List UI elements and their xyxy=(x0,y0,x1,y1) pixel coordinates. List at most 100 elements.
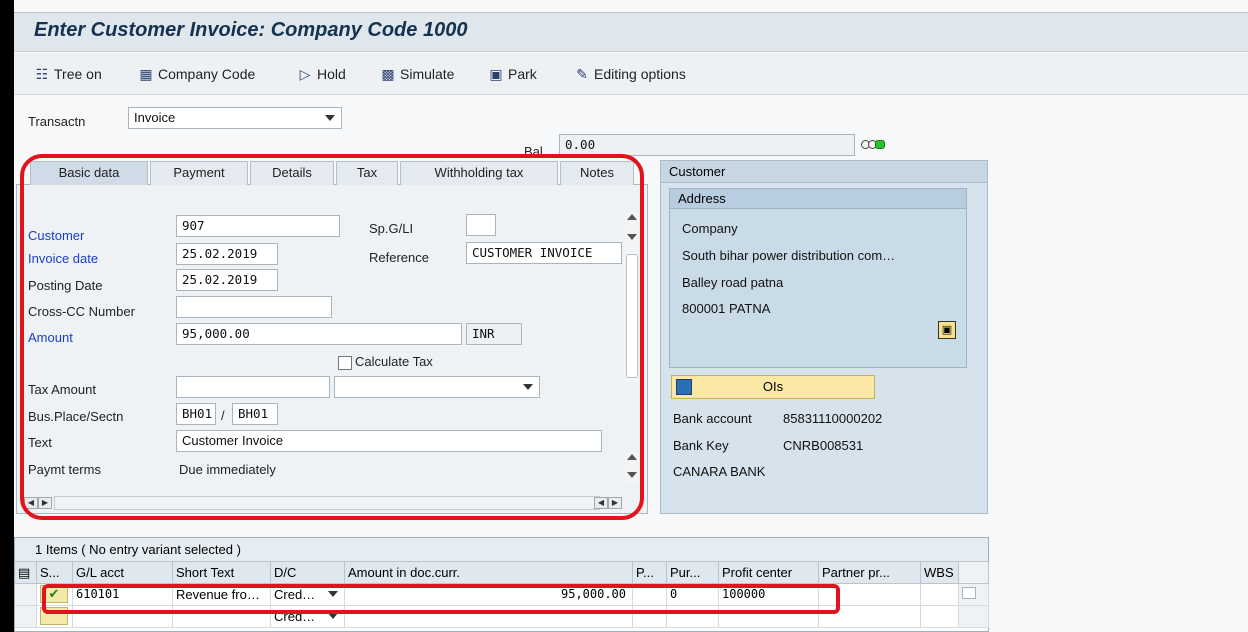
tab-details[interactable]: Details xyxy=(250,161,334,185)
transaction-label: Transactn xyxy=(28,114,86,129)
gl-acct-cell[interactable]: 610101 xyxy=(73,584,173,606)
col-header-status[interactable]: S... xyxy=(37,562,73,584)
scroll-right-icon[interactable]: ▶ xyxy=(38,497,52,509)
amount-label: Amount xyxy=(28,330,73,345)
tab-basic-data[interactable]: Basic data xyxy=(30,161,148,185)
tax-amount-input[interactable] xyxy=(176,376,330,398)
editing-options-label: Editing options xyxy=(594,66,686,82)
scroll-up-icon xyxy=(627,214,637,220)
posting-date-input[interactable]: 25.02.2019 xyxy=(176,269,278,291)
customer-input[interactable]: 907 xyxy=(176,215,340,237)
tree-icon: ☷ xyxy=(35,66,49,82)
reference-input[interactable]: CUSTOMER INVOICE xyxy=(466,242,622,264)
horizontal-scrollbar[interactable] xyxy=(54,496,600,510)
gl-acct-cell[interactable] xyxy=(73,606,173,628)
balance-label: Bal. xyxy=(524,144,547,159)
amount-cell[interactable] xyxy=(345,606,633,628)
currency-field[interactable]: INR xyxy=(466,323,522,345)
profit-center-cell[interactable]: 100000 xyxy=(719,584,819,606)
dc-select[interactable]: Cred… xyxy=(271,584,345,606)
editing-options-button[interactable]: ✎ Editing options xyxy=(574,63,686,85)
tax-amount-label: Tax Amount xyxy=(28,382,96,397)
bank-account-label: Bank account xyxy=(673,411,752,426)
scroll-left-icon-2[interactable]: ◀ xyxy=(594,497,608,509)
col-header-amount[interactable]: Amount in doc.curr. xyxy=(345,562,633,584)
simulate-button[interactable]: ▩ Simulate xyxy=(380,63,454,85)
partner-cell[interactable] xyxy=(819,606,921,628)
crosscc-input[interactable] xyxy=(176,296,332,318)
park-save-icon: ▣ xyxy=(489,66,503,82)
wbs-cell[interactable] xyxy=(921,606,959,628)
grid-scroll-area xyxy=(959,606,989,628)
tab-withholding-tax[interactable]: Withholding tax xyxy=(400,161,558,185)
text-vertical-scrollbar[interactable] xyxy=(624,452,640,482)
amount-cell[interactable]: 95,000.00 xyxy=(345,584,633,606)
grid-scroll-up-icon[interactable] xyxy=(962,587,976,599)
p-cell[interactable] xyxy=(633,584,667,606)
open-items-button[interactable]: OIs xyxy=(671,375,875,399)
hold-button[interactable]: ▷ Hold xyxy=(297,63,346,85)
address-line: Balley road patna xyxy=(682,275,784,290)
dc-value: Cred… xyxy=(274,587,316,602)
pur-cell[interactable] xyxy=(667,606,719,628)
tree-on-label: Tree on xyxy=(54,66,102,82)
text-input[interactable]: Customer Invoice xyxy=(176,430,602,452)
title-bar: Enter Customer Invoice: Company Code 100… xyxy=(14,12,1248,52)
col-header-dc[interactable]: D/C xyxy=(271,562,345,584)
profit-center-cell[interactable] xyxy=(719,606,819,628)
items-title: 1 Items ( No entry variant selected ) xyxy=(15,538,988,562)
col-header-gl-acct[interactable]: G/L acct xyxy=(73,562,173,584)
page-title: Enter Customer Invoice: Company Code 100… xyxy=(34,19,468,41)
status-icon xyxy=(40,607,68,625)
col-header-short-text[interactable]: Short Text xyxy=(173,562,271,584)
scroll-left-icon[interactable]: ◀ xyxy=(24,497,38,509)
p-cell[interactable] xyxy=(633,606,667,628)
short-text-cell[interactable] xyxy=(173,606,271,628)
tab-notes[interactable]: Notes xyxy=(560,161,634,185)
table-row[interactable]: ✔ xyxy=(37,584,73,606)
address-box: Address Company South bihar power distri… xyxy=(669,188,967,368)
crosscc-label: Cross-CC Number xyxy=(28,304,135,319)
panel-vertical-scrollbar[interactable] xyxy=(624,212,640,382)
wbs-cell[interactable] xyxy=(921,584,959,606)
spgl-label: Sp.G/LI xyxy=(369,221,414,236)
section-code-input[interactable]: BH01 xyxy=(232,403,278,425)
park-button[interactable]: ▣ Park xyxy=(488,63,536,85)
col-header-profit-center[interactable]: Profit center xyxy=(719,562,819,584)
pur-cell[interactable]: 0 xyxy=(667,584,719,606)
line-items-grid: 1 Items ( No entry variant selected ) ▤ … xyxy=(14,537,989,632)
short-text-cell[interactable]: Revenue fro… xyxy=(173,584,271,606)
open-items-label: OIs xyxy=(762,379,784,394)
tab-tax[interactable]: Tax xyxy=(336,161,398,185)
address-title: Address xyxy=(670,189,966,209)
bank-key-value: CNRB008531 xyxy=(783,438,864,453)
table-row[interactable] xyxy=(37,606,73,628)
text-label: Text xyxy=(28,435,52,450)
col-header-p[interactable]: P... xyxy=(633,562,667,584)
sap-window: Enter Customer Invoice: Company Code 100… xyxy=(14,0,1248,632)
bank-account-value: 85831110000202 xyxy=(783,411,883,426)
row-selector[interactable] xyxy=(15,584,37,606)
col-header-partner[interactable]: Partner pr... xyxy=(819,562,921,584)
col-header-pur[interactable]: Pur... xyxy=(667,562,719,584)
display-address-icon[interactable]: ▣ xyxy=(938,321,956,339)
dropdown-arrow-icon xyxy=(328,591,338,597)
column-settings-icon[interactable]: ▤ xyxy=(15,562,37,584)
partner-cell[interactable] xyxy=(819,584,921,606)
calculate-tax-checkbox[interactable] xyxy=(338,356,352,370)
tax-code-select[interactable] xyxy=(334,376,540,398)
business-place-input[interactable]: BH01 xyxy=(176,403,216,425)
scroll-thumb[interactable] xyxy=(626,254,638,378)
dc-select[interactable]: Cred… xyxy=(271,606,345,628)
tree-on-button[interactable]: ☷ Tree on xyxy=(34,63,102,85)
address-line: 800001 PATNA xyxy=(682,301,771,316)
company-code-button[interactable]: ▦ Company Code xyxy=(138,63,255,85)
scroll-right-icon-2[interactable]: ▶ xyxy=(608,497,622,509)
row-selector[interactable] xyxy=(15,606,37,628)
invoice-date-input[interactable]: 25.02.2019 xyxy=(176,243,278,265)
transaction-select[interactable]: Invoice xyxy=(128,107,342,129)
amount-input[interactable]: 95,000.00 xyxy=(176,323,462,345)
tab-payment[interactable]: Payment xyxy=(150,161,248,185)
col-header-wbs[interactable]: WBS xyxy=(921,562,959,584)
spgl-input[interactable] xyxy=(466,214,496,236)
